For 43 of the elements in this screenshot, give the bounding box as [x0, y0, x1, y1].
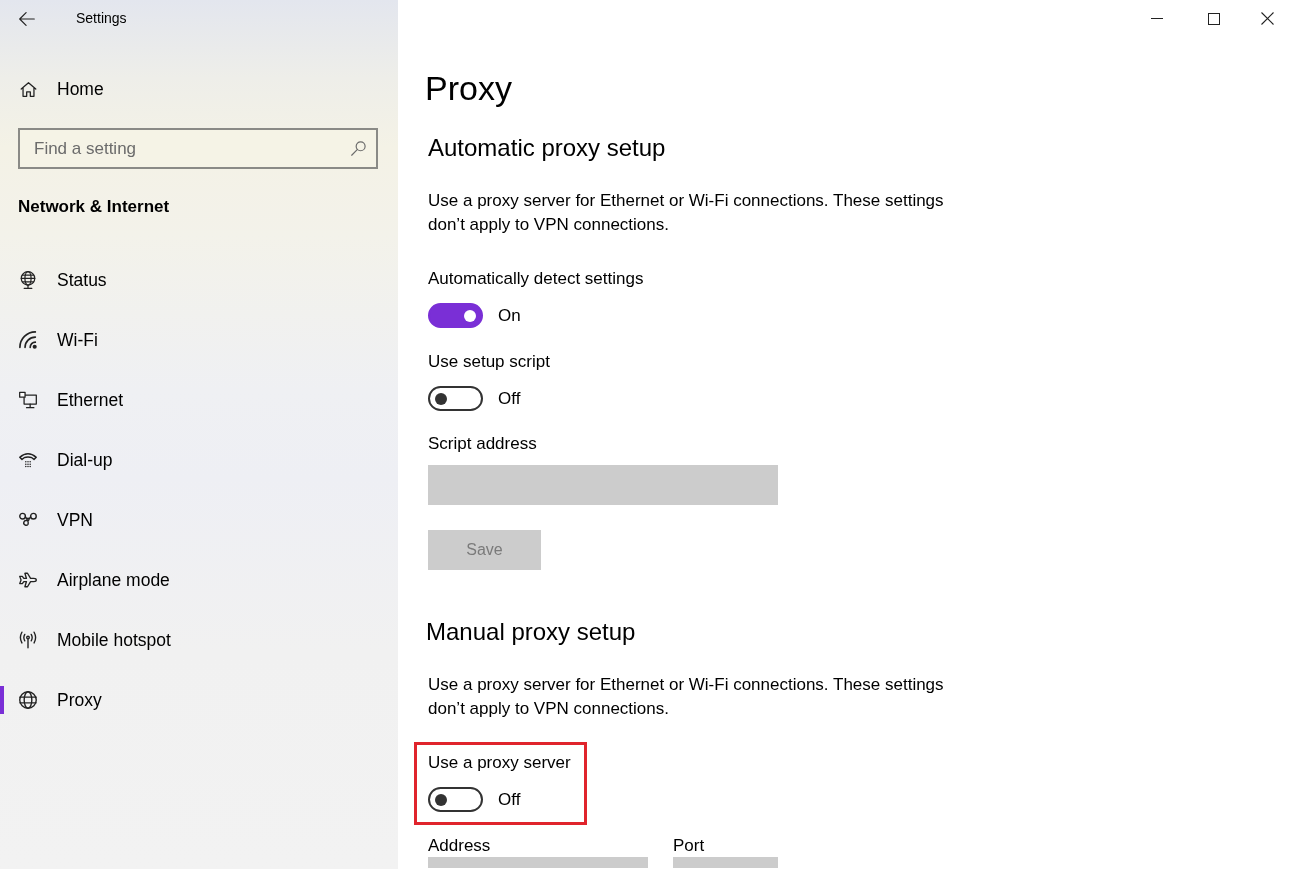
phone-icon: [19, 451, 37, 469]
wifi-icon: [19, 331, 37, 349]
section-heading: Manual proxy setup: [426, 617, 637, 647]
antenna-icon: [19, 631, 37, 649]
page-title: Proxy: [425, 68, 513, 109]
field-label: Port: [673, 835, 706, 857]
nav-item[interactable]: Proxy: [0, 670, 398, 730]
nav-item[interactable]: Ethernet: [0, 370, 398, 430]
toggle-state: Off: [498, 387, 521, 410]
app-title: Settings: [76, 9, 127, 28]
home-link[interactable]: Home: [0, 67, 398, 111]
nav-item[interactable]: Wi-Fi: [0, 310, 398, 370]
toggle-switch[interactable]: [428, 787, 483, 812]
globe-icon: [19, 691, 37, 709]
section-heading: Automatic proxy setup: [428, 133, 667, 163]
toggle-switch[interactable]: [428, 303, 483, 328]
close-icon: [1260, 12, 1274, 25]
monitor-icon: [19, 391, 37, 409]
nav-item[interactable]: VPN: [0, 490, 398, 550]
home-icon: [20, 81, 37, 97]
setting-label: Use a proxy server: [428, 752, 571, 774]
setting-label: Automatically detect settings: [428, 268, 645, 290]
toggle-state: On: [498, 304, 521, 327]
toggle-state: Off: [498, 788, 521, 811]
globe-monitor-icon: [19, 271, 37, 289]
field-label: Address: [428, 835, 492, 857]
nav-item[interactable]: Mobile hotspot: [0, 610, 398, 670]
section-description: Use a proxy server for Ethernet or Wi-Fi connections. These settings don’t apply to VPN connections.: [428, 190, 945, 236]
nav-item[interactable]: Status: [0, 250, 398, 310]
nav-item[interactable]: Dial-up: [0, 430, 398, 490]
section-title: Network & Internet: [18, 196, 171, 218]
minimize-icon: [1150, 18, 1163, 19]
airplane-icon: [19, 571, 37, 589]
search-icon: [351, 141, 366, 156]
knot-icon: [19, 511, 37, 529]
maximize-icon: [1207, 12, 1220, 25]
setting-label: Use setup script: [428, 351, 551, 373]
toggle-switch[interactable]: [428, 386, 483, 411]
nav-item[interactable]: Airplane mode: [0, 550, 398, 610]
field-label: Script address: [428, 433, 538, 455]
back-arrow-icon: [19, 11, 35, 26]
section-description: Use a proxy server for Ethernet or Wi-Fi connections. These settings don’t apply to VPN connections.: [428, 674, 945, 720]
search-field[interactable]: Find a setting: [18, 128, 378, 169]
